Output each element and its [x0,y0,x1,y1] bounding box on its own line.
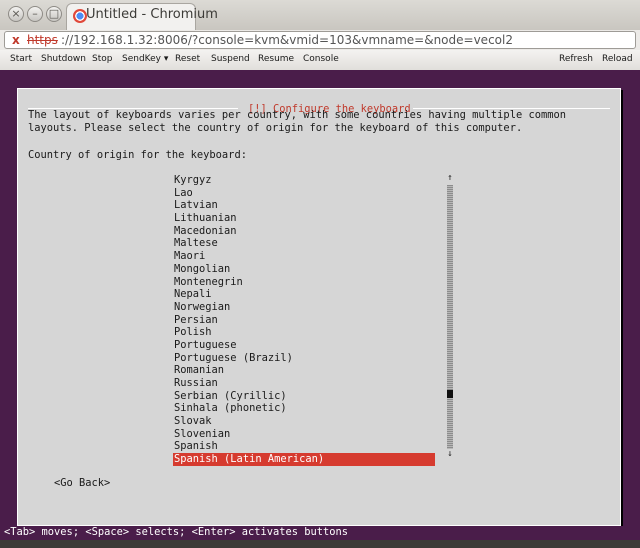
insecure-x-icon[interactable]: x [12,32,20,48]
window-title: Untitled - Chromium [86,7,218,22]
list-item[interactable]: Portuguese (Brazil) [173,352,435,365]
sendkey-button[interactable]: SendKey ▾ [122,54,168,64]
list-item[interactable]: Slovak [173,415,435,428]
scroll-up-icon[interactable]: ↑ [446,173,454,183]
address-row: x https ://192.168.1.32:8006/?console=kv… [0,30,640,50]
list-item[interactable]: Sinhala (phonetic) [173,402,435,415]
description-line: The layout of keyboards varies per count… [28,109,566,121]
refresh-button[interactable]: Refresh [559,54,593,64]
minimize-window-button[interactable]: – [27,6,43,22]
scroll-track[interactable] [447,185,453,449]
list-item[interactable]: Maori [173,250,435,263]
reset-button[interactable]: Reset [175,54,200,64]
chromium-icon [73,9,87,23]
country-list[interactable]: Kyrgyz Lao Latvian Lithuanian Macedonian Malt… [173,174,435,466]
list-item[interactable]: Norwegian [173,301,435,314]
description-line: layouts. Please select the country of or… [28,122,523,134]
list-scrollbar[interactable]: ↑ ↓ [446,173,454,459]
list-item[interactable]: Serbian (Cyrillic) [173,390,435,403]
go-back-button[interactable]: <Go Back> [54,477,110,489]
maximize-window-button[interactable]: □ [46,6,62,22]
list-item[interactable]: Mongolian [173,263,435,276]
close-icon: × [11,7,21,20]
maximize-icon: □ [48,7,60,20]
list-item[interactable]: Russian [173,377,435,390]
list-item[interactable]: Latvian [173,199,435,212]
list-item[interactable]: Kyrgyz [173,174,435,187]
scroll-down-icon[interactable]: ↓ [446,449,454,459]
list-item[interactable]: Montenegrin [173,276,435,289]
list-item[interactable]: Spanish [173,440,435,453]
list-item[interactable]: Maltese [173,237,435,250]
start-button[interactable]: Start [10,54,32,64]
console-button[interactable]: Console [303,54,339,64]
url-text: ://192.168.1.32:8006/?console=kvm&vmid=1… [61,33,513,47]
minimize-icon: – [32,7,38,20]
list-item[interactable]: Romanian [173,364,435,377]
list-item-selected[interactable]: Spanish (Latin American) [173,453,435,466]
url-scheme: https [27,33,58,47]
vm-console-screen[interactable]: [!] Configure the keyboard The layout of… [0,70,640,540]
list-item[interactable]: Macedonian [173,225,435,238]
list-item[interactable]: Portuguese [173,339,435,352]
list-item[interactable]: Lao [173,187,435,200]
suspend-button[interactable]: Suspend [211,54,250,64]
list-item[interactable]: Polish [173,326,435,339]
reload-button[interactable]: Reload [602,54,633,64]
close-window-button[interactable]: × [8,6,24,22]
address-bar[interactable]: x https ://192.168.1.32:8006/?console=kv… [4,31,636,49]
dialog-description: The layout of keyboards varies per count… [28,109,566,135]
country-prompt: Country of origin for the keyboard: [28,149,247,161]
stop-button[interactable]: Stop [92,54,112,64]
list-item[interactable]: Persian [173,314,435,327]
installer-status-bar: <Tab> moves; <Space> selects; <Enter> ac… [0,526,640,540]
status-hint: <Tab> moves; <Space> selects; <Enter> ac… [4,526,349,538]
shutdown-button[interactable]: Shutdown [41,54,86,64]
list-item[interactable]: Nepali [173,288,435,301]
list-item[interactable]: Slovenian [173,428,435,441]
console-toolbar: Start Shutdown Stop SendKey ▾ Reset Susp… [0,50,640,71]
list-item[interactable]: Lithuanian [173,212,435,225]
scroll-thumb[interactable] [447,390,453,398]
resume-button[interactable]: Resume [258,54,294,64]
window-bottom-edge [0,540,640,548]
window-titlebar: × – □ Untitled - Chromium [0,0,640,31]
